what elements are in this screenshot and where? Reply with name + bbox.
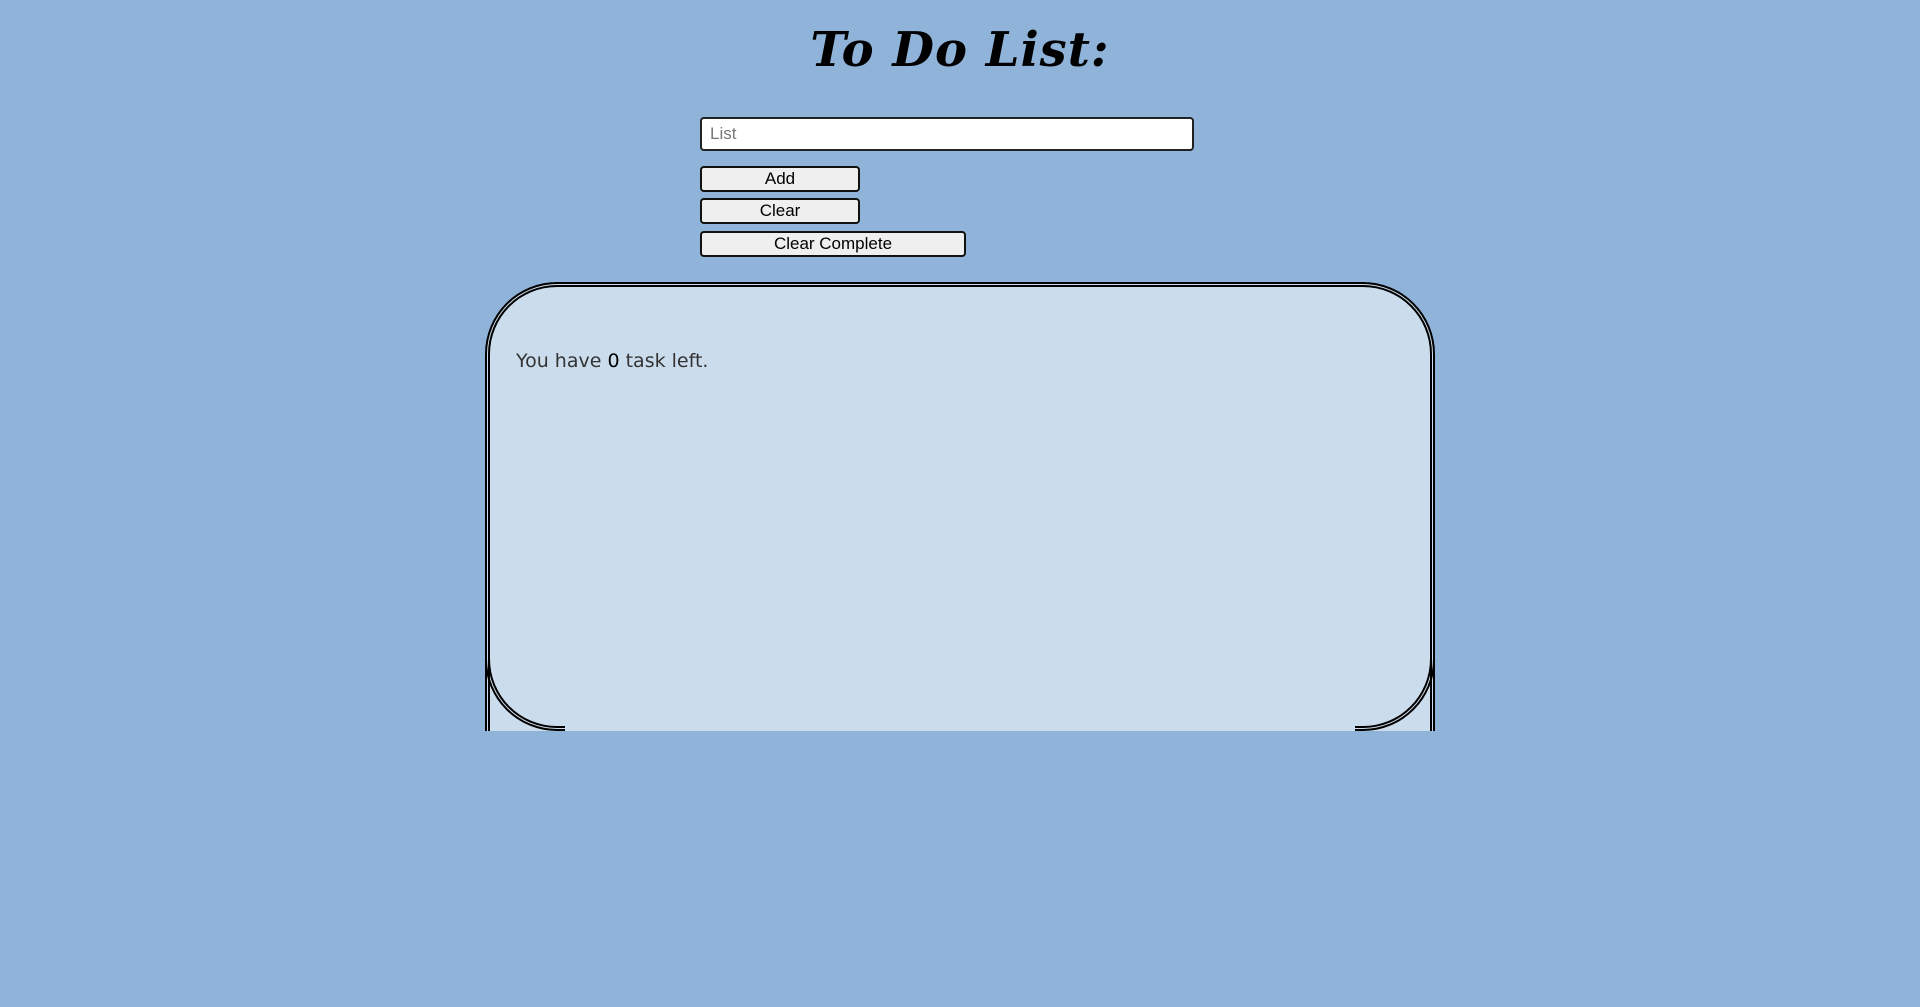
page-title: To Do List: (810, 22, 1110, 78)
clear-complete-button[interactable]: Clear Complete (700, 231, 966, 257)
add-button[interactable]: Add (700, 166, 860, 192)
task-count-prefix: You have (516, 350, 602, 372)
task-count-suffix: task left. (625, 350, 709, 372)
clear-button[interactable]: Clear (700, 198, 860, 224)
list-input[interactable] (700, 117, 1194, 151)
task-count-number: 0 (607, 350, 620, 372)
task-list-panel: You have 0 task left. (485, 282, 1435, 731)
task-count-text: You have 0 task left. (516, 350, 708, 372)
